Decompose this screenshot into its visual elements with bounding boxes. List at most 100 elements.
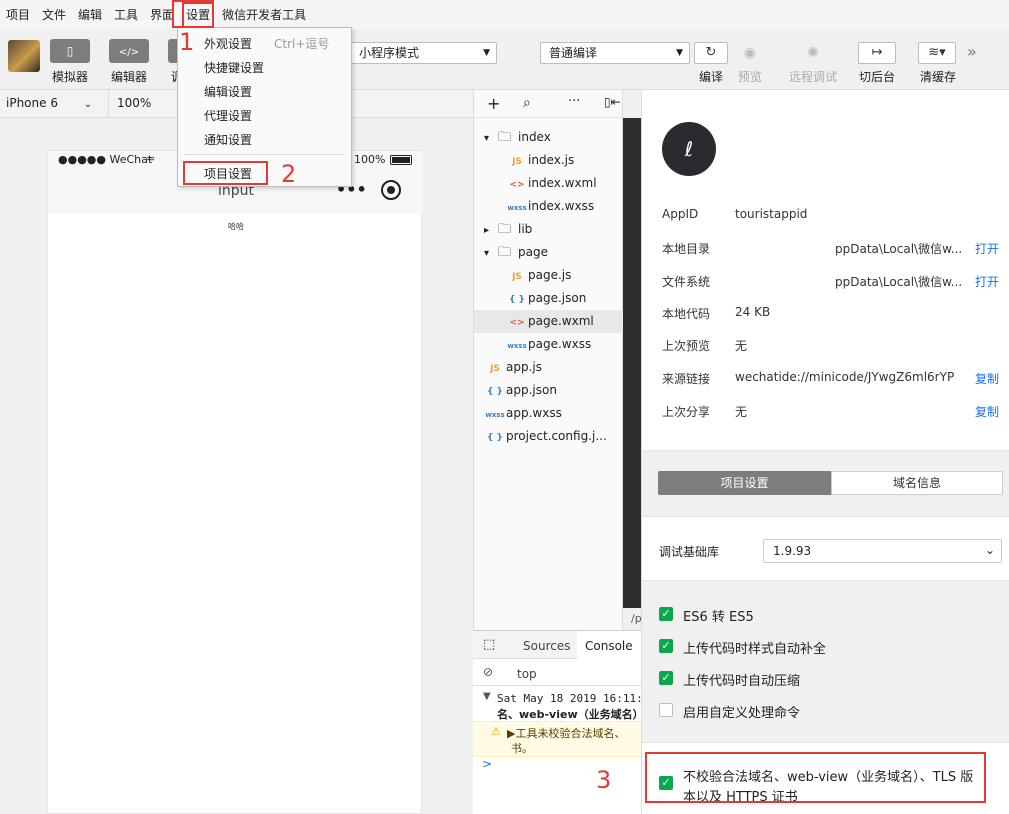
- caret-down-icon[interactable]: ▾: [484, 242, 498, 265]
- miniprogram-logo-icon: ℓ: [662, 122, 716, 176]
- code-icon: </>: [118, 47, 140, 58]
- battery-icon: [390, 155, 412, 165]
- base-lib-select[interactable]: 1.9.93 ⌄: [763, 539, 1002, 563]
- tree-item-label: page.json: [528, 291, 587, 305]
- warning-text-2: 书。: [511, 742, 533, 755]
- file-item[interactable]: wxssapp.wxss: [474, 402, 624, 425]
- add-icon[interactable]: +: [487, 94, 500, 113]
- file-item[interactable]: JS index.js: [474, 149, 624, 172]
- battery-percent: 100%: [354, 153, 386, 166]
- wifi-icon: ≈: [146, 152, 156, 165]
- tree-item-label: page.wxss: [528, 337, 592, 351]
- console-toolbar: ⊘ top: [473, 659, 641, 686]
- menu-item-shortcut: Ctrl+逗号: [274, 37, 330, 51]
- last-preview-value: 无: [735, 339, 748, 353]
- open-local-dir-link[interactable]: 打开: [975, 240, 999, 257]
- file-item[interactable]: <> page.wxml: [474, 310, 624, 333]
- chevron-down-icon: ⌄: [984, 543, 995, 557]
- last-share-value: 无: [735, 405, 748, 419]
- inspect-icon[interactable]: ⬚: [483, 637, 495, 652]
- file-item[interactable]: wxsspage.wxss: [474, 333, 624, 356]
- file-item[interactable]: { } page.json: [474, 287, 624, 310]
- console-prompt[interactable]: >: [482, 757, 492, 771]
- search-icon[interactable]: ⌕: [523, 95, 531, 111]
- bug-icon[interactable]: ✺: [803, 42, 823, 64]
- eye-icon[interactable]: ◉: [740, 42, 760, 64]
- background-label: 切后台: [859, 70, 896, 84]
- checkbox-custom-command[interactable]: [659, 703, 673, 717]
- close-circle-icon[interactable]: [381, 180, 401, 200]
- menu-project[interactable]: 项目: [0, 0, 36, 30]
- more-chevron-icon[interactable]: »: [967, 42, 977, 61]
- phone-icon: ▯: [66, 44, 74, 58]
- menu-file[interactable]: 文件: [36, 0, 72, 30]
- folder-item[interactable]: ▾ 🗀 index: [474, 126, 624, 149]
- file-item[interactable]: JS app.js: [474, 356, 624, 379]
- copy-share-link[interactable]: 复制: [975, 403, 999, 420]
- context-select[interactable]: top: [517, 667, 537, 681]
- simulator-button[interactable]: ▯: [50, 39, 90, 63]
- checkbox-style-autocomplete[interactable]: ✓: [659, 639, 673, 653]
- tab-sources[interactable]: Sources: [523, 639, 570, 653]
- menu-edit[interactable]: 编辑: [72, 0, 108, 30]
- menu-item-editor-settings[interactable]: 编辑设置: [204, 83, 252, 100]
- menu-item-appearance[interactable]: 外观设置: [204, 35, 252, 52]
- file-item[interactable]: <> index.wxml: [474, 172, 624, 195]
- folder-item[interactable]: ▾ 🗀 page: [474, 241, 624, 264]
- menu-wechat-devtools[interactable]: 微信开发者工具: [216, 0, 312, 30]
- folder-open-icon: 🗀: [498, 245, 512, 260]
- compile-label: 编译: [699, 70, 724, 84]
- tree-item-label: index.wxss: [528, 199, 595, 213]
- background-button[interactable]: ↦: [858, 42, 896, 64]
- open-filesystem-link[interactable]: 打开: [975, 273, 999, 290]
- folder-item[interactable]: ▸ 🗀 lib: [474, 218, 624, 241]
- file-item[interactable]: JS page.js: [474, 264, 624, 287]
- tree-item-label: lib: [518, 222, 533, 236]
- device-select[interactable]: iPhone 6 ⌄: [6, 96, 92, 110]
- compile-button[interactable]: ↻: [694, 42, 728, 64]
- compile-select[interactable]: 普通编译 ▼: [540, 42, 690, 64]
- json-file-icon: { }: [487, 433, 503, 443]
- tree-item-label: project.config.j...: [506, 429, 607, 443]
- checkbox-auto-minify[interactable]: ✓: [659, 671, 673, 685]
- copy-source-link[interactable]: 复制: [975, 370, 999, 387]
- file-item[interactable]: { } app.json: [474, 379, 624, 402]
- zoom-select[interactable]: 100%: [117, 96, 151, 110]
- tab-console[interactable]: Console: [585, 639, 633, 653]
- tab-project-settings[interactable]: 项目设置: [658, 471, 831, 495]
- mode-select[interactable]: 小程序模式 ▼: [350, 42, 497, 64]
- menu-item-keybindings[interactable]: 快捷键设置: [204, 59, 264, 76]
- collapse-panel-icon[interactable]: ▯⇤: [604, 95, 621, 109]
- preview-label: 预览: [738, 70, 763, 84]
- remote-debug-label: 远程调试: [789, 70, 838, 84]
- tree-item-label: index: [518, 130, 551, 144]
- editor-button[interactable]: </>: [109, 39, 149, 63]
- toolbar: ▯ 模拟器 </> 编辑器 调 小程序模式 ▼ 普通编译 ▼ ↻ 编译 ◉ 预览…: [0, 30, 1009, 90]
- clear-console-icon[interactable]: ⊘: [483, 665, 493, 679]
- menu-item-notification-settings[interactable]: 通知设置: [204, 131, 252, 148]
- annotation-number-1: 1: [179, 28, 195, 56]
- devtools-tabbar: ⬚ Sources Console: [473, 631, 641, 659]
- clear-cache-button[interactable]: ≋▾: [918, 42, 956, 64]
- menu-tools[interactable]: 工具: [108, 0, 144, 30]
- tab-domain-info[interactable]: 域名信息: [831, 471, 1003, 495]
- caret-down-icon[interactable]: ▾: [484, 127, 498, 150]
- avatar[interactable]: [8, 40, 40, 72]
- caret-right-icon[interactable]: ▸: [484, 219, 498, 242]
- editor-panel[interactable]: [623, 118, 641, 608]
- checkbox-es6[interactable]: ✓: [659, 607, 673, 621]
- option-custom-command-label: 启用自定义处理命令: [683, 706, 801, 721]
- menu-item-proxy-settings[interactable]: 代理设置: [204, 107, 252, 124]
- file-item[interactable]: { } project.config.j...: [474, 425, 624, 448]
- more-dots-icon[interactable]: ···: [568, 94, 580, 109]
- file-tree: + ⌕ ··· ▯⇤ ▾ 🗀 index JS index.js <> index.wxml…: [473, 90, 624, 630]
- file-item[interactable]: wxssindex.wxss: [474, 195, 624, 218]
- folder-open-icon: 🗀: [498, 130, 512, 145]
- local-dir-label: 本地目录: [662, 242, 711, 256]
- local-dir-value: ppData\Local\微信w...: [835, 242, 963, 256]
- json-file-icon: { }: [487, 387, 503, 397]
- annotation-number-2: 2: [281, 160, 297, 188]
- source-link-label: 来源链接: [662, 372, 711, 386]
- tree-item-label: page.js: [528, 268, 572, 282]
- expand-arrow-icon[interactable]: ▼: [483, 691, 491, 702]
